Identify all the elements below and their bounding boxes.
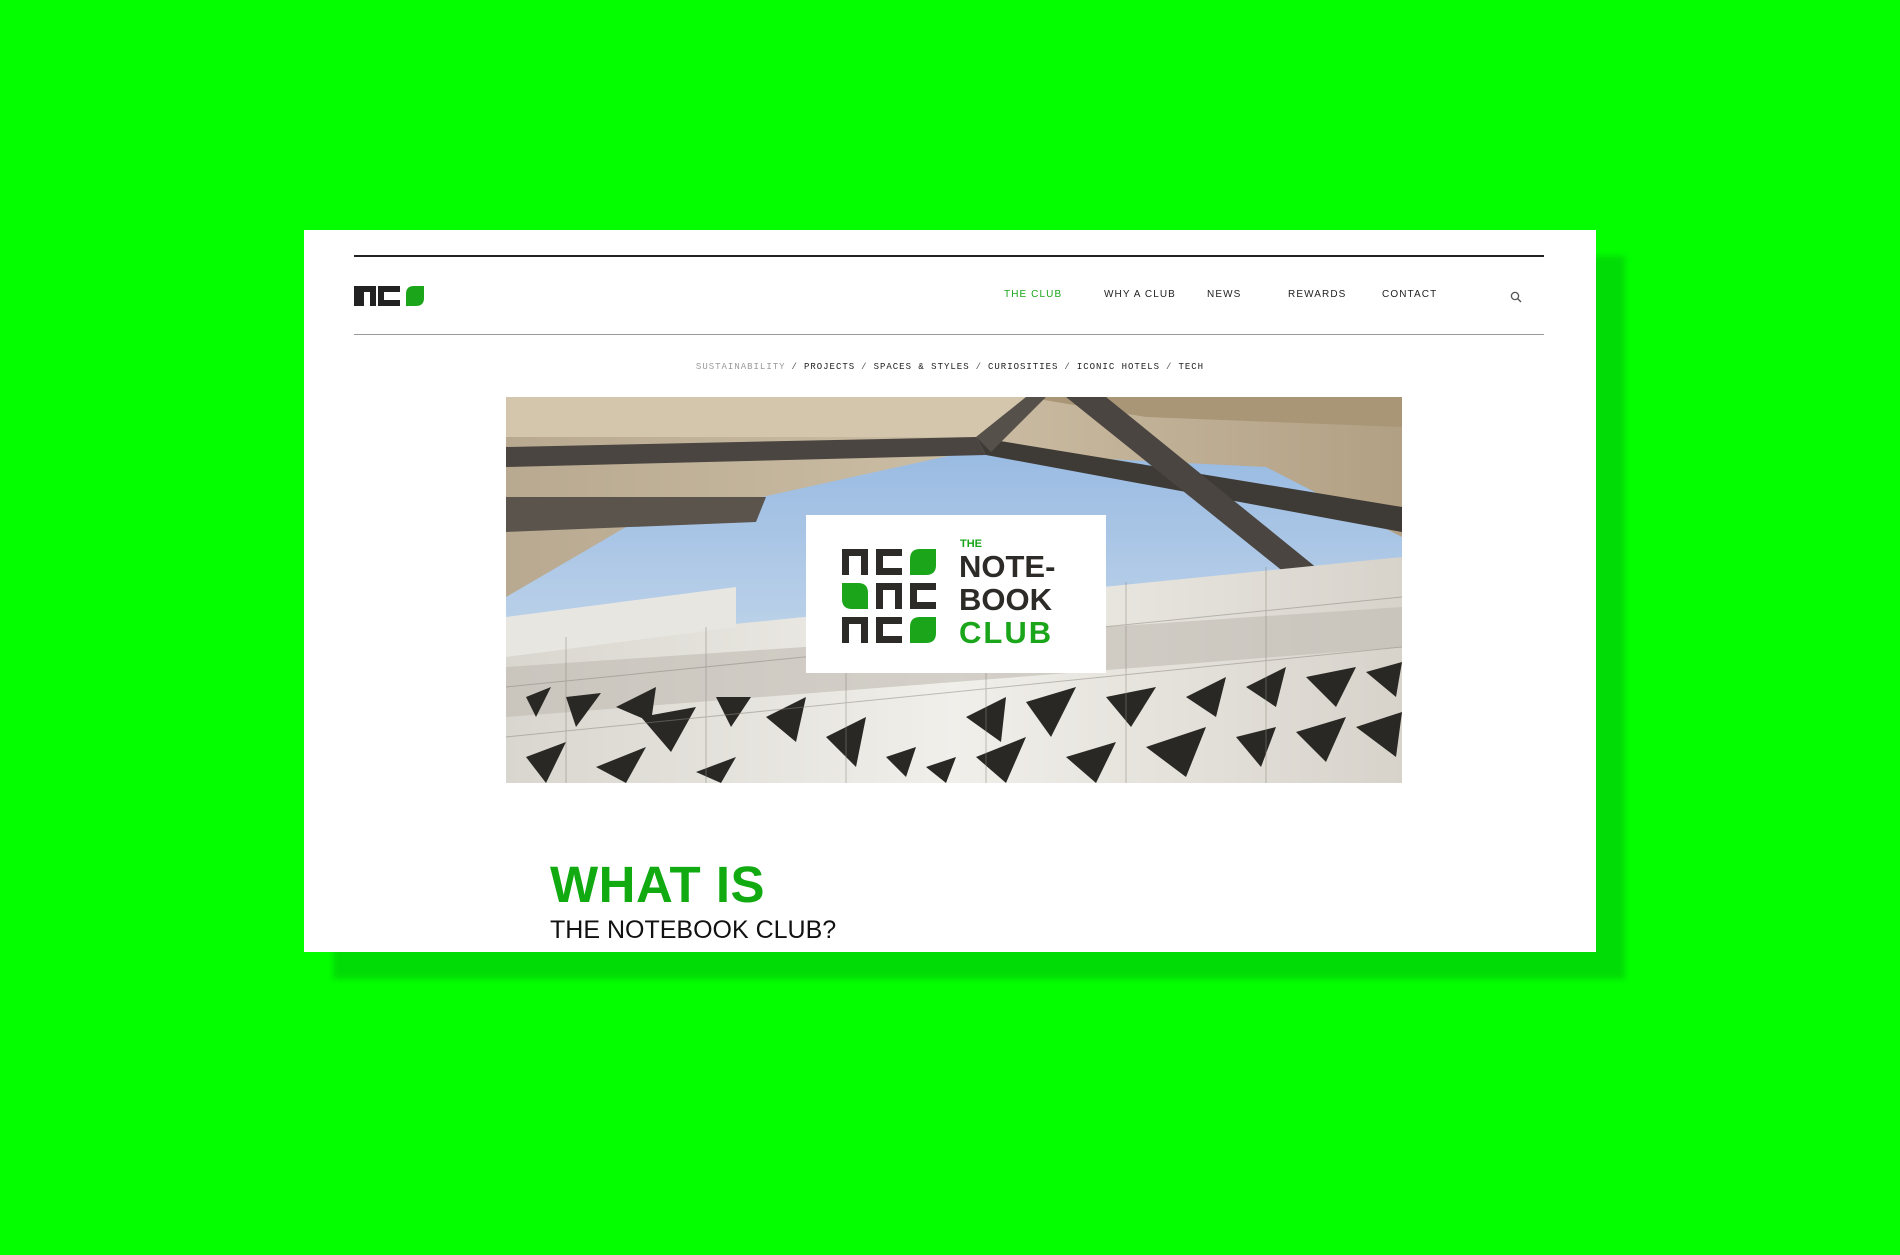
category-iconic-hotels[interactable]: ICONIC HOTELS xyxy=(1077,362,1160,372)
category-sustainability[interactable]: SUSTAINABILITY xyxy=(696,362,786,372)
category-spaces-styles[interactable]: SPACES & STYLES xyxy=(874,362,970,372)
logo-line3-text: CLUB xyxy=(959,615,1053,650)
search-icon[interactable] xyxy=(1510,290,1522,303)
nav-item-contact[interactable]: CONTACT xyxy=(1382,289,1437,300)
nav-item-news[interactable]: NEWS xyxy=(1207,289,1241,300)
category-separator: / xyxy=(1166,362,1173,372)
category-separator: / xyxy=(791,362,798,372)
logo-line2-text: BOOK xyxy=(959,582,1053,617)
browser-window: THE CLUB WHY A CLUB NEWS REWARDS CONTACT… xyxy=(304,230,1596,952)
category-bar: SUSTAINABILITY / PROJECTS / SPACES & STYLES /… xyxy=(304,362,1596,372)
nav-item-rewards[interactable]: REWARDS xyxy=(1288,289,1346,300)
category-curiosities[interactable]: CURIOSITIES xyxy=(988,362,1058,372)
category-separator: / xyxy=(861,362,868,372)
logo-line1-text: NOTE- xyxy=(959,549,1055,584)
section-headline: WHAT IS xyxy=(550,856,766,913)
notebook-club-logo-icon: THE NOTE- BOOK CLUB xyxy=(842,538,1055,650)
category-projects[interactable]: PROJECTS xyxy=(804,362,855,372)
header-top-rule xyxy=(354,255,1544,257)
nav-item-the-club[interactable]: THE CLUB xyxy=(1004,289,1062,300)
header-bottom-rule xyxy=(354,334,1544,335)
hero-image: THE NOTE- BOOK CLUB xyxy=(506,397,1402,783)
category-tech[interactable]: TECH xyxy=(1178,362,1204,372)
section-subheadline: THE NOTEBOOK CLUB? xyxy=(550,916,837,944)
notebook-club-logo-card: THE NOTE- BOOK CLUB xyxy=(806,515,1106,673)
category-separator: / xyxy=(975,362,982,372)
nav-item-why-a-club[interactable]: WHY A CLUB xyxy=(1104,289,1176,300)
category-separator: / xyxy=(1064,362,1071,372)
main-nav: THE CLUB WHY A CLUB NEWS REWARDS CONTACT xyxy=(304,289,1596,303)
